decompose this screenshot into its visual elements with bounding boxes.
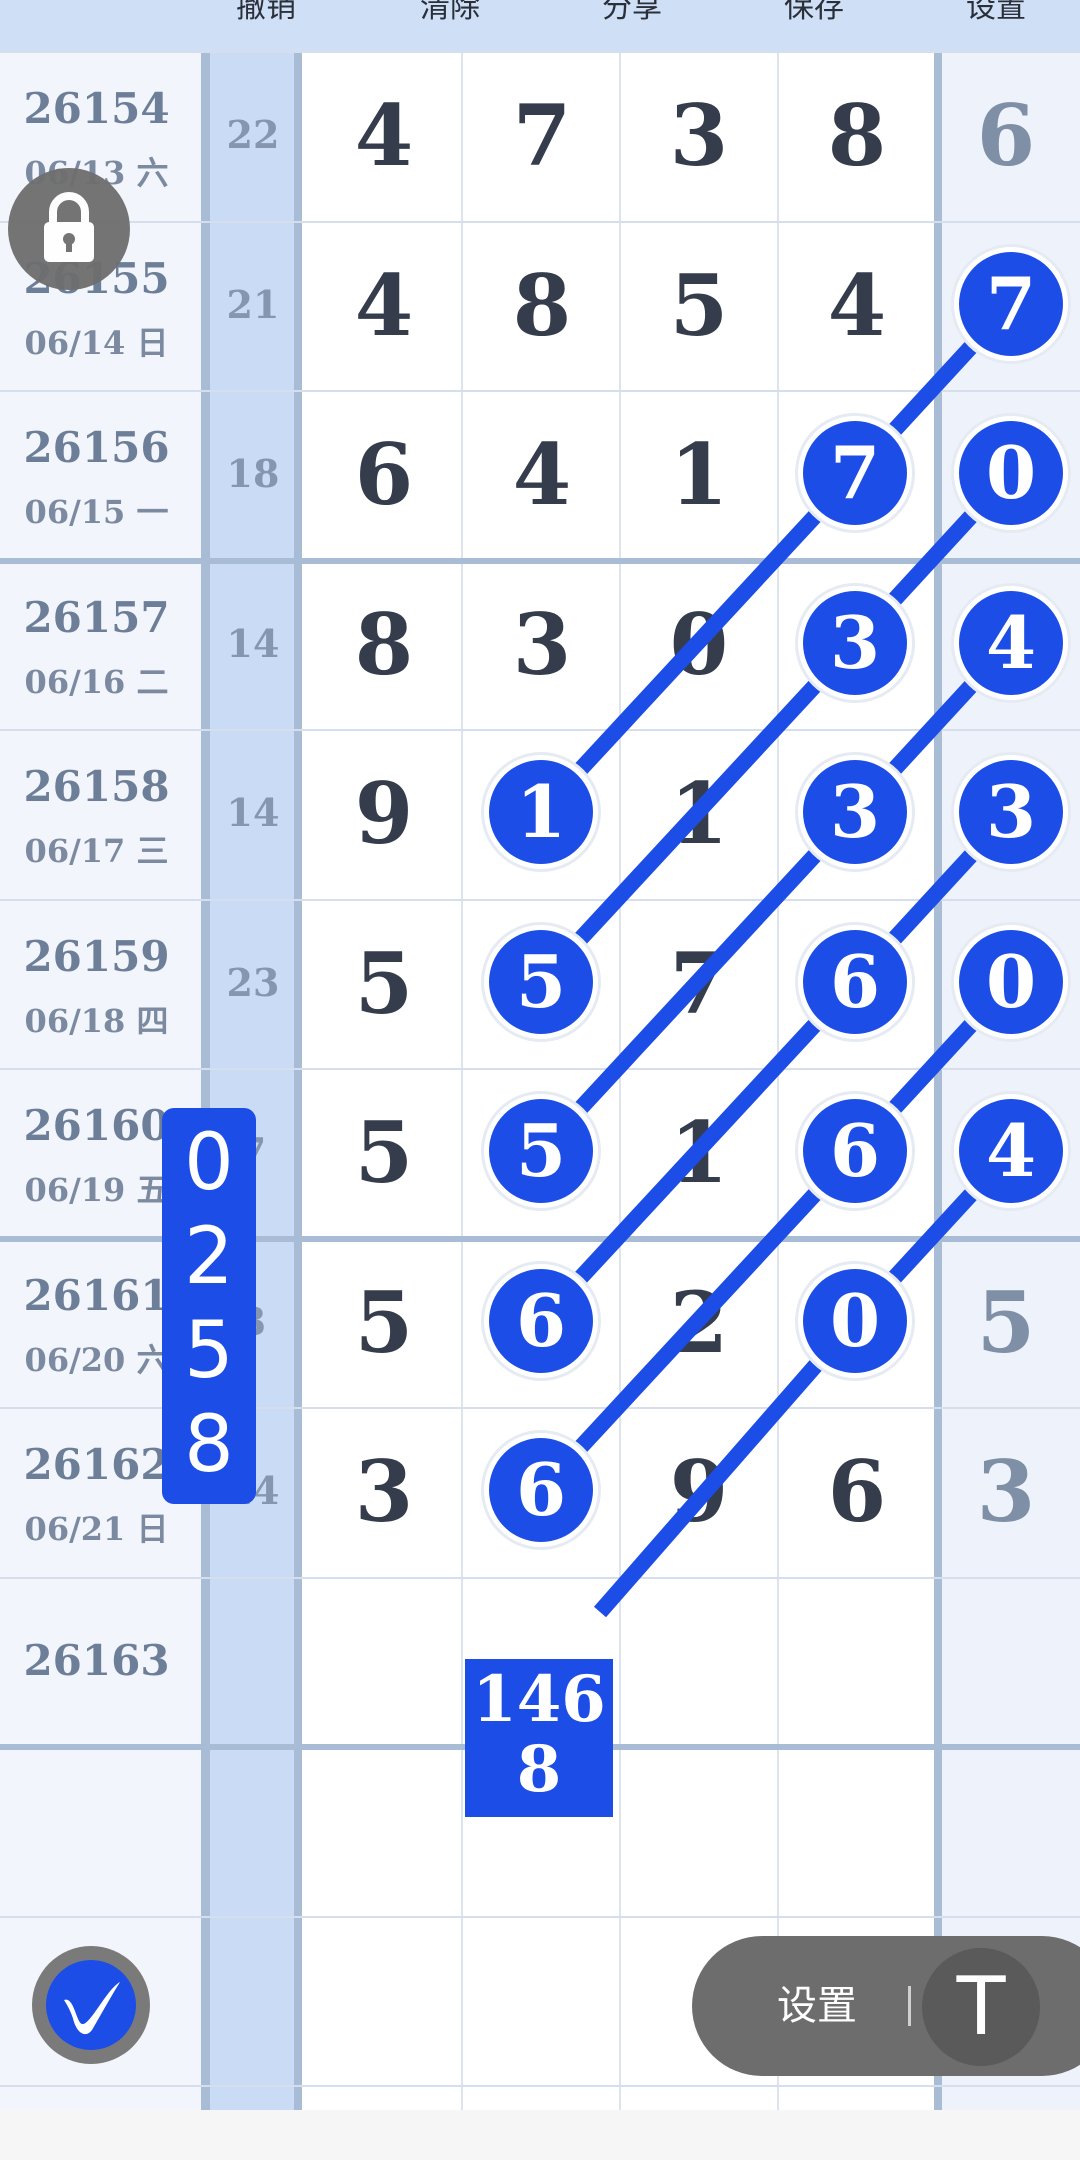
system-nav-bar xyxy=(0,2110,1080,2160)
prediction-line-1: 146 xyxy=(472,1662,606,1737)
marked-digit-ball[interactable]: 6 xyxy=(489,1268,593,1373)
marked-digit-ball[interactable]: 6 xyxy=(489,1438,593,1542)
marked-digit-ball[interactable]: 7 xyxy=(959,251,1063,356)
marked-digit-ball[interactable]: 5 xyxy=(489,1099,593,1203)
marked-digit-ball[interactable]: 4 xyxy=(959,1099,1063,1203)
separator xyxy=(908,1986,911,2026)
marked-digit-ball[interactable]: 5 xyxy=(489,929,593,1034)
lock-icon xyxy=(44,192,94,262)
number-trend-grid[interactable]: 2615406/13 六22473862615506/14 日214854726… xyxy=(0,51,1080,2112)
marked-digit-ball[interactable]: 1 xyxy=(489,760,593,864)
pen-button[interactable] xyxy=(32,1946,150,2064)
floating-settings-button[interactable]: 设置 xyxy=(777,1936,857,2076)
pen-icon xyxy=(64,1982,120,2035)
selected-digits-badge[interactable]: 0 2 5 8 xyxy=(162,1108,256,1504)
badge-digit: 8 xyxy=(184,1400,234,1490)
marked-digit-ball[interactable]: 3 xyxy=(803,760,907,864)
top-toolbar: 撤销 清除 分享 保存 设置 xyxy=(0,0,1080,52)
marked-digit-ball[interactable]: 4 xyxy=(959,590,1063,695)
settings-button[interactable]: 设置 xyxy=(936,0,1056,30)
marked-digit-ball[interactable]: 0 xyxy=(959,929,1063,1034)
marked-digit-ball[interactable]: 0 xyxy=(959,421,1063,525)
lock-button[interactable] xyxy=(8,168,130,290)
clear-button[interactable]: 清除 xyxy=(390,0,510,30)
badge-digit: 5 xyxy=(184,1306,234,1396)
badge-digit: 0 xyxy=(184,1118,234,1208)
marked-digit-ball[interactable]: 7 xyxy=(803,421,907,525)
marked-digit-ball[interactable]: 6 xyxy=(803,929,907,1034)
share-button[interactable]: 分享 xyxy=(572,0,692,30)
text-tool-icon[interactable]: T xyxy=(922,1948,1040,2066)
floating-settings-bar: 设置 T xyxy=(692,1936,1080,2076)
marked-digit-ball[interactable]: 0 xyxy=(803,1268,907,1373)
text-tool-label: T xyxy=(956,1960,1006,2053)
prediction-line-2: 8 xyxy=(516,1732,562,1807)
save-button[interactable]: 保存 xyxy=(754,0,874,30)
undo-button[interactable]: 撤销 xyxy=(206,0,326,30)
prediction-box[interactable]: 146 8 xyxy=(465,1659,613,1817)
marked-digit-ball[interactable]: 3 xyxy=(803,590,907,695)
trend-line xyxy=(593,1145,1017,1618)
marked-digit-ball[interactable]: 3 xyxy=(959,760,1063,864)
marked-digit-ball[interactable]: 6 xyxy=(803,1099,907,1203)
badge-digit: 2 xyxy=(184,1212,234,1302)
